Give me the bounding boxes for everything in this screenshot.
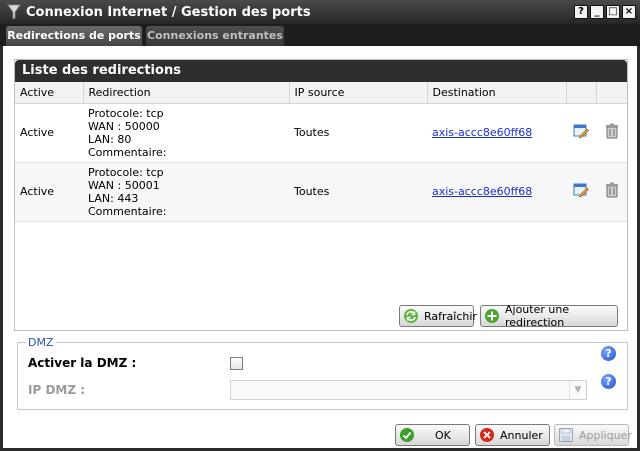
tab-redirections-de-ports[interactable]: Redirections de ports	[6, 26, 142, 46]
redirections-table: Active Redirection IP source Destination…	[15, 82, 627, 222]
column-header-ip-source[interactable]: IP source	[289, 82, 428, 104]
ok-button[interactable]: OK	[395, 424, 470, 446]
tab-connexions-entrantes[interactable]: Connexions entrantes	[146, 26, 284, 46]
window-body: Liste des redirections Active Redirectio…	[0, 46, 640, 451]
add-redirection-label: Ajouter une redirection	[505, 303, 570, 329]
table-header-row: Active Redirection IP source Destination	[15, 82, 627, 104]
cell-active: Active	[15, 162, 83, 222]
destination-link[interactable]: axis-accc8e60ff68	[432, 185, 532, 198]
add-redirection-button[interactable]: Ajouter une redirection	[480, 303, 618, 329]
redirection-lan: LAN: 80	[88, 132, 132, 146]
help-icon[interactable]: ?	[601, 374, 616, 389]
maximize-button[interactable]: □	[606, 5, 620, 19]
help-window-button[interactable]: ?	[574, 5, 588, 19]
redirections-panel: Liste des redirections Active Redirectio…	[14, 59, 628, 331]
dmz-enable-label: Activer la DMZ :	[28, 356, 137, 370]
help-icon[interactable]: ?	[601, 346, 616, 361]
cell-redirection: Protocole: tcp WAN : 50001 LAN: 443 Comm…	[83, 162, 289, 222]
refresh-label: Rafraîchir	[424, 309, 477, 323]
cell-active: Active	[15, 103, 83, 163]
trash-icon[interactable]	[605, 182, 619, 201]
minimize-button[interactable]: _	[590, 5, 604, 19]
redirection-protocol: Protocole: tcp	[88, 106, 164, 120]
close-button[interactable]: ×	[622, 5, 636, 19]
cell-destination: axis-accc8e60ff68	[427, 162, 566, 222]
dmz-fieldset: DMZ Activer la DMZ : ? IP DMZ : ▼ ?	[17, 336, 628, 410]
column-header-edit	[566, 82, 597, 104]
column-header-delete	[596, 82, 627, 104]
destination-link[interactable]: axis-accc8e60ff68	[432, 126, 532, 139]
cell-redirection: Protocole: tcp WAN : 50000 LAN: 80 Comme…	[83, 103, 289, 163]
column-header-redirection[interactable]: Redirection	[83, 82, 290, 104]
chevron-down-icon: ▼	[569, 381, 586, 399]
redirection-comment: Commentaire:	[88, 145, 167, 159]
edit-cell	[566, 162, 596, 222]
redirection-wan: WAN : 50000	[88, 119, 160, 133]
panel-title: Liste des redirections	[15, 60, 627, 82]
edit-cell	[566, 103, 596, 163]
cell-ip-source: Toutes	[289, 162, 427, 222]
column-header-destination[interactable]: Destination	[427, 82, 567, 104]
dmz-ip-select[interactable]: ▼	[230, 380, 587, 400]
add-icon	[484, 308, 500, 324]
dmz-enable-checkbox[interactable]	[230, 357, 243, 370]
column-header-active[interactable]: Active	[15, 82, 84, 104]
cancel-label: Annuler	[500, 428, 543, 442]
trash-icon[interactable]	[605, 123, 619, 142]
table-row[interactable]: Active Protocole: tcp WAN : 50000 LAN: 8…	[15, 103, 627, 163]
cancel-button[interactable]: Annuler	[475, 424, 550, 446]
edit-icon[interactable]	[573, 124, 589, 142]
apply-label: Appliquer	[579, 428, 632, 442]
check-icon	[399, 427, 415, 443]
cancel-icon	[479, 427, 495, 443]
dmz-legend: DMZ	[26, 336, 56, 349]
refresh-icon	[403, 308, 419, 324]
funnel-icon	[5, 3, 23, 21]
redirection-protocol: Protocole: tcp	[88, 165, 164, 179]
redirection-lan: LAN: 443	[88, 191, 139, 205]
apply-button[interactable]: Appliquer	[554, 424, 632, 446]
cell-ip-source: Toutes	[289, 103, 427, 163]
window-controls: ? _ □ ×	[574, 5, 636, 19]
cell-destination: axis-accc8e60ff68	[427, 103, 566, 163]
save-icon	[558, 427, 574, 443]
delete-cell	[596, 162, 627, 222]
tab-bar: Redirections de ports Connexions entrant…	[0, 24, 640, 46]
refresh-button[interactable]: Rafraîchir	[399, 305, 477, 327]
table-row[interactable]: Active Protocole: tcp WAN : 50001 LAN: 4…	[15, 162, 627, 222]
redirection-comment: Commentaire:	[88, 204, 167, 218]
edit-icon[interactable]	[573, 183, 589, 201]
redirection-wan: WAN : 50001	[88, 178, 160, 192]
ok-label: OK	[435, 428, 451, 442]
dmz-ip-label: IP DMZ :	[28, 383, 86, 397]
window-titlebar: Connexion Internet / Gestion des ports ?…	[0, 0, 640, 24]
window-title: Connexion Internet / Gestion des ports	[26, 4, 311, 20]
delete-cell	[596, 103, 627, 163]
